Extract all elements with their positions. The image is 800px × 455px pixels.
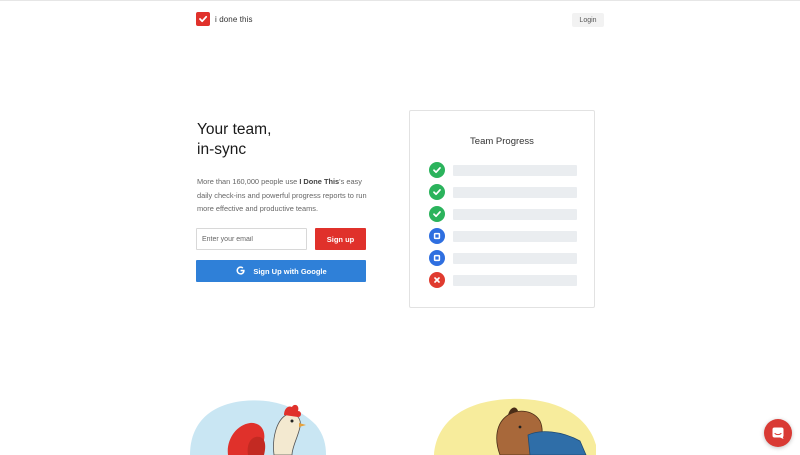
progress-row xyxy=(429,272,577,288)
progress-bar-placeholder xyxy=(453,253,577,264)
check-circle-icon xyxy=(429,184,445,200)
square-circle-icon xyxy=(429,228,445,244)
square-circle-icon xyxy=(429,250,445,266)
progress-row xyxy=(429,228,577,244)
brand-name: i done this xyxy=(215,14,253,24)
google-signup-button[interactable]: Sign Up with Google xyxy=(196,260,366,282)
login-button[interactable]: Login xyxy=(572,13,604,27)
check-circle-icon xyxy=(429,206,445,222)
progress-bar-placeholder xyxy=(453,165,577,176)
hero-description: More than 160,000 people use I Done This… xyxy=(197,175,377,216)
card-title: Team Progress xyxy=(470,136,534,147)
progress-row xyxy=(429,162,577,178)
x-circle-icon xyxy=(429,272,445,288)
progress-bar-placeholder xyxy=(453,187,577,198)
progress-row xyxy=(429,250,577,266)
brand-logo[interactable]: i done this xyxy=(196,12,253,26)
progress-bar-placeholder xyxy=(453,209,577,220)
desc-brand: I Done This xyxy=(299,177,340,186)
top-border xyxy=(0,0,800,1)
hero-title-line2: in-sync xyxy=(197,141,247,158)
desc-before: More than 160,000 people use xyxy=(197,177,300,186)
rooster-illustration xyxy=(188,395,328,455)
horse-illustration xyxy=(430,395,600,455)
google-signup-label: Sign Up with Google xyxy=(253,266,327,276)
logo-check-icon xyxy=(196,12,210,26)
chat-icon xyxy=(772,427,784,439)
chat-widget-button[interactable] xyxy=(764,419,792,447)
team-progress-card: Team Progress xyxy=(409,110,595,308)
google-icon xyxy=(235,265,246,278)
hero-title-line1: Your team, xyxy=(197,121,272,138)
signup-button[interactable]: Sign up xyxy=(315,228,366,250)
progress-bar-placeholder xyxy=(453,231,577,242)
email-input[interactable] xyxy=(196,228,307,250)
progress-row xyxy=(429,206,577,222)
progress-row xyxy=(429,184,577,200)
hero-title: Your team, in-sync xyxy=(197,120,271,160)
check-circle-icon xyxy=(429,162,445,178)
progress-bar-placeholder xyxy=(453,275,577,286)
